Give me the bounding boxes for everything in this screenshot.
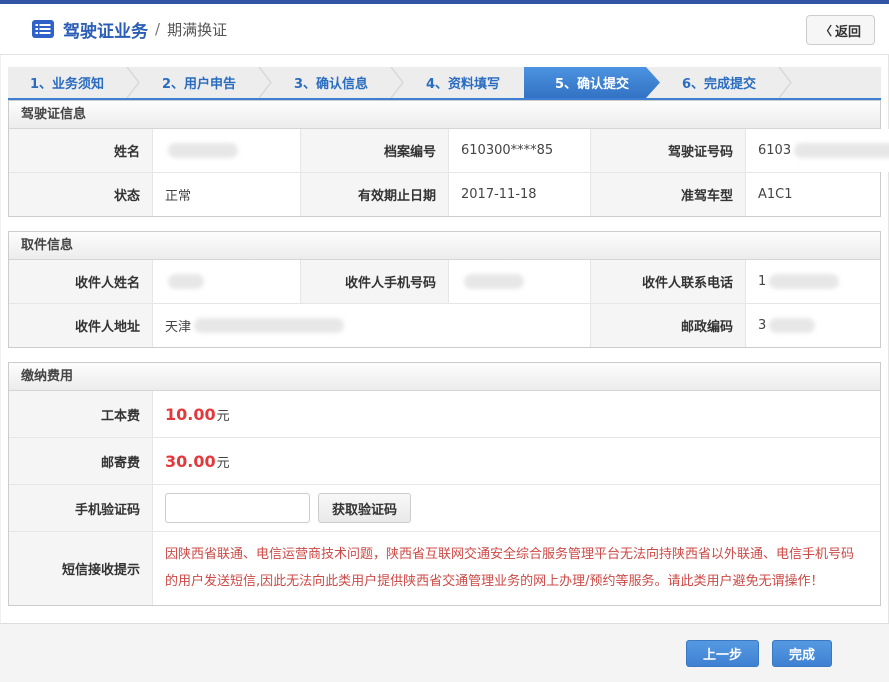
sms-code-input[interactable]	[165, 493, 310, 523]
recipient-name-label: 收件人姓名	[9, 260, 152, 303]
back-button-label: 返回	[835, 21, 861, 40]
recipient-address-label: 收件人地址	[9, 304, 152, 347]
step-4-fill-materials[interactable]: 4、资料填写	[404, 67, 522, 98]
redacted-value	[168, 274, 204, 289]
license-no-value: 6103X	[745, 129, 889, 172]
breadcrumb-separator: /	[155, 20, 160, 38]
finish-button[interactable]: 完成	[772, 640, 832, 667]
redacted-value	[769, 318, 815, 333]
section-pickup-info: 取件信息 收件人姓名 收件人手机号码 收件人联系电话 1 收件人地址 天津 邮政…	[8, 231, 881, 348]
step-1-business-notice[interactable]: 1、业务须知	[8, 67, 126, 98]
table-row: 短信接收提示 因陕西省联通、电信运营商技术问题，陕西省互联网交通安全综合服务管理…	[9, 531, 880, 605]
name-value	[152, 129, 300, 172]
postage-fee-unit: 元	[217, 452, 230, 471]
license-form-icon	[32, 20, 54, 38]
table-row: 工本费 10.00元	[9, 391, 880, 437]
table-row: 手机验证码 获取验证码	[9, 484, 880, 531]
postage-fee-value: 30.00元	[152, 438, 880, 484]
sms-code-label: 手机验证码	[9, 485, 152, 531]
table-row: 收件人姓名 收件人手机号码 收件人联系电话 1	[9, 260, 880, 303]
redacted-value	[769, 274, 839, 289]
step-separator-icon	[258, 67, 272, 98]
postage-fee-label: 邮寄费	[9, 438, 152, 484]
status-label: 状态	[9, 173, 152, 216]
sms-notice-label: 短信接收提示	[9, 532, 152, 605]
table-row: 邮寄费 30.00元	[9, 437, 880, 484]
sms-notice-text: 因陕西省联通、电信运营商技术问题，陕西省互联网交通安全综合服务管理平台无法向持陕…	[165, 532, 880, 605]
step-separator-icon	[778, 67, 792, 98]
postal-code-prefix: 3	[758, 318, 766, 333]
recipient-mobile-value	[448, 260, 590, 303]
postal-code-value: 3	[745, 304, 880, 347]
postal-code-label: 邮政编码	[590, 304, 745, 347]
recipient-mobile-label: 收件人手机号码	[300, 260, 448, 303]
chevron-left-icon: 〈	[820, 22, 832, 39]
step-bar-filler	[792, 67, 881, 98]
file-no-label: 档案编号	[300, 129, 448, 172]
name-label: 姓名	[9, 129, 152, 172]
table-row: 收件人地址 天津 邮政编码 3	[9, 303, 880, 347]
page-title: 驾驶证业务	[63, 17, 148, 42]
section-title: 缴纳费用	[9, 363, 880, 391]
vehicle-class-label: 准驾车型	[590, 173, 745, 216]
production-fee-unit: 元	[217, 405, 230, 424]
sms-code-field-cell: 获取验证码	[152, 485, 880, 531]
step-3-confirm-info[interactable]: 3、确认信息	[272, 67, 390, 98]
redacted-value	[794, 143, 889, 158]
recipient-address-prefix: 天津	[165, 316, 191, 335]
production-fee-amount: 10.00	[165, 405, 216, 424]
sms-notice-cell: 因陕西省联通、电信运营商技术问题，陕西省互联网交通安全综合服务管理平台无法向持陕…	[152, 532, 880, 605]
production-fee-value: 10.00元	[152, 391, 880, 437]
step-6-finish-submit[interactable]: 6、完成提交	[660, 67, 778, 98]
previous-step-button[interactable]: 上一步	[686, 640, 759, 667]
get-sms-code-button[interactable]: 获取验证码	[318, 493, 411, 523]
valid-until-value: 2017-11-18	[448, 173, 590, 216]
section-fees: 缴纳费用 工本费 10.00元 邮寄费 30.00元 手机验证码 获取验证码 短…	[8, 362, 881, 606]
file-no-value: 610300****85	[448, 129, 590, 172]
footer-action-bar: 上一步 完成	[0, 623, 889, 682]
step-5-confirm-submit[interactable]: 5、确认提交	[524, 67, 660, 98]
back-button[interactable]: 〈 返回	[806, 15, 875, 45]
license-no-prefix: 6103	[758, 143, 791, 158]
step-separator-icon	[390, 67, 404, 98]
table-row: 姓名 档案编号 610300****85 驾驶证号码 6103X	[9, 129, 880, 172]
redacted-value	[168, 143, 238, 158]
license-no-label: 驾驶证号码	[590, 129, 745, 172]
page-header: 驾驶证业务 / 期满换证 〈 返回	[0, 4, 889, 55]
section-license-info: 驾驶证信息 姓名 档案编号 610300****85 驾驶证号码 6103X 状…	[8, 100, 881, 217]
breadcrumb-current: 期满换证	[167, 19, 227, 40]
valid-until-label: 有效期止日期	[300, 173, 448, 216]
postage-fee-amount: 30.00	[165, 452, 216, 471]
section-title: 取件信息	[9, 232, 880, 260]
vehicle-class-value: A1C1	[745, 173, 880, 216]
status-value: 正常	[152, 173, 300, 216]
recipient-phone-value: 1	[745, 260, 880, 303]
redacted-value	[194, 318, 344, 333]
recipient-address-value: 天津	[152, 304, 590, 347]
section-title: 驾驶证信息	[9, 101, 880, 129]
recipient-name-value	[152, 260, 300, 303]
table-row: 状态 正常 有效期止日期 2017-11-18 准驾车型 A1C1	[9, 172, 880, 216]
step-separator-icon	[126, 67, 140, 98]
recipient-phone-label: 收件人联系电话	[590, 260, 745, 303]
redacted-value	[464, 274, 524, 289]
recipient-phone-prefix: 1	[758, 274, 766, 289]
production-fee-label: 工本费	[9, 391, 152, 437]
step-progress-bar: 1、业务须知 2、用户申告 3、确认信息 4、资料填写 5、确认提交 6、完成提…	[8, 67, 881, 100]
step-2-user-declaration[interactable]: 2、用户申告	[140, 67, 258, 98]
